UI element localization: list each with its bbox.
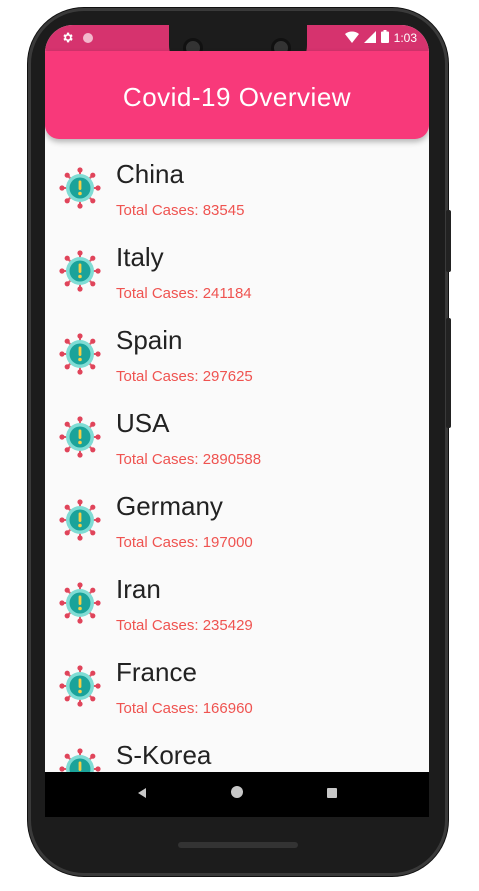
bottom-speaker (178, 842, 298, 848)
country-name: USA (116, 408, 170, 438)
status-time: 1:03 (393, 31, 417, 45)
country-name: S-Korea (116, 740, 212, 770)
virus-icon (59, 333, 101, 375)
virus-icon (59, 167, 101, 209)
volume-button (446, 318, 451, 428)
power-button (446, 210, 451, 272)
list-item[interactable]: Iran Total Cases: 235429 (45, 558, 429, 641)
virus-icon (59, 582, 101, 624)
total-cases-label: Total Cases: 197000 (116, 534, 253, 551)
app-bar: Covid-19 Overview (45, 51, 429, 139)
list-item[interactable]: Spain Total Cases: 297625 (45, 309, 429, 392)
country-name: Iran (116, 574, 161, 604)
list-item[interactable]: Germany Total Cases: 197000 (45, 475, 429, 558)
total-cases-label: Total Cases: 241184 (116, 285, 252, 302)
virus-icon (59, 250, 101, 292)
virus-icon (59, 416, 101, 458)
total-cases-label: Total Cases: 2890588 (116, 451, 262, 468)
recents-square-icon[interactable] (317, 786, 347, 804)
list-item[interactable]: China Total Cases: 83545 (45, 143, 429, 226)
list-item[interactable]: USA Total Cases: 2890588 (45, 392, 429, 475)
list-item[interactable]: Italy Total Cases: 241184 (45, 226, 429, 309)
list-item[interactable]: France Total Cases: 166960 (45, 641, 429, 724)
total-cases-label: Total Cases: 297625 (116, 368, 253, 385)
country-name: France (116, 657, 197, 687)
total-cases-label: Total Cases: 166960 (116, 700, 253, 717)
wifi-icon (344, 30, 359, 46)
virus-icon (59, 499, 101, 541)
total-cases-label: Total Cases: 235429 (116, 617, 253, 634)
navigation-bar (45, 772, 429, 817)
battery-icon (380, 30, 389, 46)
app-title: Covid-19 Overview (122, 81, 352, 112)
back-triangle-icon[interactable] (127, 786, 157, 804)
signal-icon (363, 30, 376, 46)
total-cases-label: Total Cases: 83545 (116, 202, 245, 219)
country-name: Italy (116, 242, 164, 272)
country-name: Spain (116, 325, 183, 355)
country-name: China (116, 159, 184, 189)
notification-dot-icon (82, 31, 94, 49)
country-list[interactable]: China Total Cases: 83545 Italy Total Cases… (45, 143, 429, 807)
settings-gear-icon (61, 31, 74, 49)
phone-screen: 1:03 Covid-19 Overview China Total Cases:… (45, 25, 429, 817)
country-name: Germany (116, 491, 223, 521)
home-circle-icon[interactable] (222, 785, 252, 804)
virus-icon (59, 665, 101, 707)
